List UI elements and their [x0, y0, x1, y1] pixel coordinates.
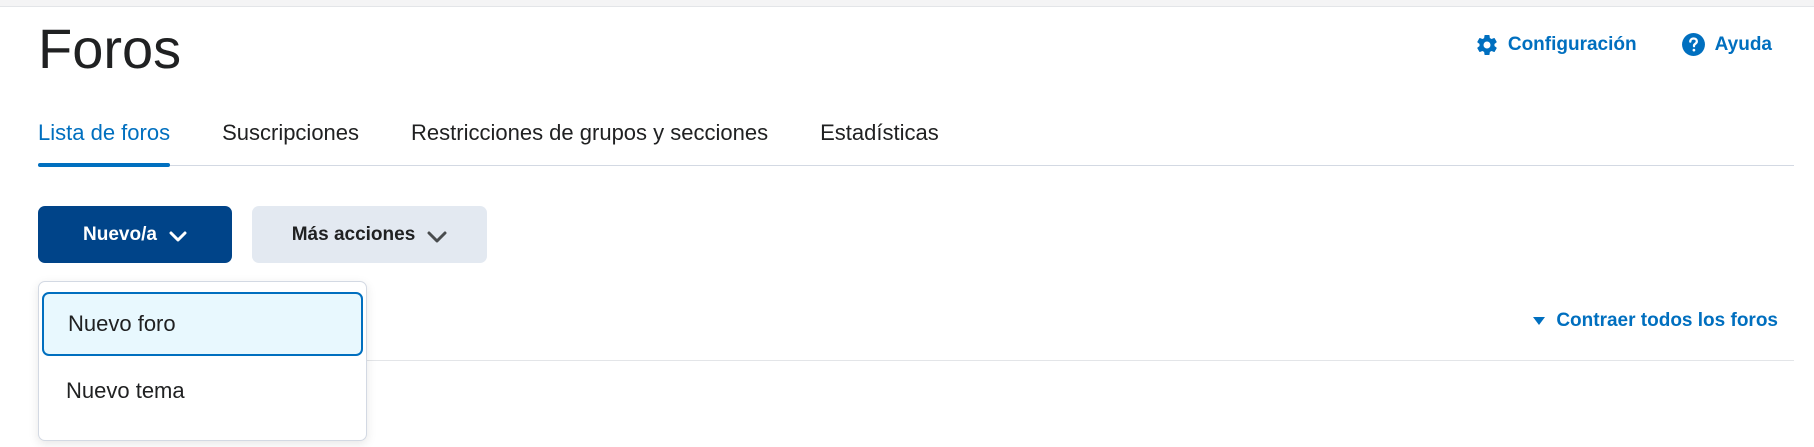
page-title: Foros: [38, 17, 182, 80]
collapse-all-label: Contraer todos los foros: [1556, 310, 1778, 331]
more-actions-button[interactable]: Más acciones: [252, 206, 487, 263]
new-button-label: Nuevo/a: [83, 223, 157, 245]
new-dropdown-menu: Nuevo foro Nuevo tema: [38, 281, 367, 441]
menu-item-new-topic[interactable]: Nuevo tema: [42, 359, 363, 423]
tab-group-section-restrictions[interactable]: Restricciones de grupos y secciones: [411, 118, 768, 165]
new-button[interactable]: Nuevo/a: [38, 206, 232, 263]
gear-icon: [1475, 33, 1499, 57]
help-link-label: Ayuda: [1714, 33, 1772, 55]
collapse-all-link[interactable]: Contraer todos los foros: [1532, 310, 1778, 332]
header-actions: Configuración Ayuda: [1475, 32, 1772, 57]
settings-link-label: Configuración: [1507, 33, 1637, 55]
question-circle-icon: [1681, 32, 1706, 57]
chevron-down-icon: [169, 227, 187, 243]
menu-item-new-forum[interactable]: Nuevo foro: [42, 292, 363, 356]
tab-bar: Lista de foros Suscripciones Restriccion…: [38, 118, 1794, 167]
help-link[interactable]: Ayuda: [1681, 32, 1772, 57]
more-actions-label: Más acciones: [291, 223, 416, 245]
caret-down-icon: [1532, 310, 1546, 332]
chevron-down-icon: [427, 227, 447, 243]
settings-link[interactable]: Configuración: [1475, 33, 1637, 57]
tab-forum-list[interactable]: Lista de foros: [38, 118, 171, 167]
tab-subscriptions[interactable]: Suscripciones: [222, 118, 359, 165]
tab-statistics[interactable]: Estadísticas: [820, 118, 939, 165]
top-divider: [0, 0, 1814, 7]
